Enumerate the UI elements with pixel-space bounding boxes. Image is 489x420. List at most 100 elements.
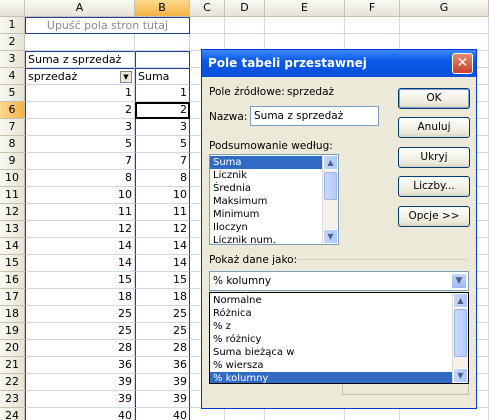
show-as-option[interactable]: Różnica	[210, 307, 468, 320]
name-input[interactable]: Suma z sprzedaż	[250, 106, 379, 126]
row-header-24[interactable]: 24	[0, 408, 25, 420]
cell-b18[interactable]: 25	[135, 306, 190, 323]
row-header-2[interactable]: 2	[0, 34, 25, 51]
cell-b11[interactable]: 10	[135, 187, 190, 204]
cell-g1[interactable]	[400, 17, 489, 34]
row-header-12[interactable]: 12	[0, 204, 25, 221]
cell-a10[interactable]: 8	[25, 170, 135, 187]
cell-e1[interactable]	[265, 17, 345, 34]
cell-a14[interactable]: 14	[25, 238, 135, 255]
row-header-10[interactable]: 10	[0, 170, 25, 187]
cell-a22[interactable]: 39	[25, 374, 135, 391]
cell-b19[interactable]: 25	[135, 323, 190, 340]
row-header-3[interactable]: 3	[0, 51, 25, 68]
summarize-option[interactable]: Maksimum	[210, 195, 338, 208]
row-header-18[interactable]: 18	[0, 306, 25, 323]
row-header-23[interactable]: 23	[0, 391, 25, 408]
row-header-16[interactable]: 16	[0, 272, 25, 289]
row-header-17[interactable]: 17	[0, 289, 25, 306]
row-header-21[interactable]: 21	[0, 357, 25, 374]
cell-b8[interactable]: 5	[135, 136, 190, 153]
summarize-option[interactable]: Minimum	[210, 208, 338, 221]
ok-button[interactable]: OK	[398, 88, 470, 109]
number-format-button[interactable]: Liczby...	[398, 176, 470, 197]
row-header-19[interactable]: 19	[0, 323, 25, 340]
cell-b15[interactable]: 14	[135, 255, 190, 272]
cell-e24[interactable]	[265, 408, 345, 420]
cell-b21[interactable]: 36	[135, 357, 190, 374]
select-all-corner[interactable]	[0, 0, 25, 17]
cell-d1[interactable]	[225, 17, 265, 34]
field-dropdown-icon[interactable]: ▼	[120, 71, 132, 83]
scroll-down-icon[interactable]: ▼	[453, 368, 468, 383]
page-drop-zone[interactable]: Upuść pola stron tutaj	[25, 17, 190, 34]
cell-b17[interactable]: 18	[135, 289, 190, 306]
scroll-thumb[interactable]	[454, 309, 467, 357]
row-header-20[interactable]: 20	[0, 340, 25, 357]
row-header-6[interactable]: 6	[0, 102, 25, 119]
show-as-option[interactable]: % z	[210, 320, 468, 333]
row-header-1[interactable]: 1	[0, 17, 25, 34]
show-as-option[interactable]: % wiersza	[210, 359, 468, 372]
show-as-option[interactable]: % różnicy	[210, 333, 468, 346]
cell-a17[interactable]: 18	[25, 289, 135, 306]
scroll-down-icon[interactable]: ▼	[323, 229, 338, 244]
chevron-down-icon[interactable]: ▼	[451, 273, 467, 289]
cell-d24[interactable]	[225, 408, 265, 420]
scroll-up-icon[interactable]: ▲	[453, 293, 468, 308]
cell-a2[interactable]	[25, 34, 135, 51]
close-button[interactable]: ✕	[452, 53, 473, 74]
row-field-cell[interactable]: sprzedaż ▼	[25, 68, 135, 85]
column-header-c[interactable]: C	[190, 0, 225, 17]
summarize-option[interactable]: Suma	[210, 156, 338, 169]
options-button[interactable]: Opcje >>	[398, 206, 470, 227]
cell-c24[interactable]	[190, 408, 225, 420]
data-header-cell[interactable]: Suma	[135, 68, 190, 85]
show-as-dropdown-list[interactable]: Normalne Różnica% z% różnicy Suma bieżąca …	[209, 292, 469, 384]
show-as-option[interactable]: % kolumny	[210, 372, 468, 383]
row-header-7[interactable]: 7	[0, 119, 25, 136]
cell-g24[interactable]	[400, 408, 489, 420]
row-header-9[interactable]: 9	[0, 153, 25, 170]
column-header-d[interactable]: D	[225, 0, 265, 17]
cell-a13[interactable]: 12	[25, 221, 135, 238]
cell-b16[interactable]: 15	[135, 272, 190, 289]
cell-b3[interactable]	[135, 51, 190, 68]
summarize-option[interactable]: Średnia	[210, 182, 338, 195]
row-header-5[interactable]: 5	[0, 85, 25, 102]
row-header-22[interactable]: 22	[0, 374, 25, 391]
cell-c1[interactable]	[190, 17, 225, 34]
cell-a9[interactable]: 7	[25, 153, 135, 170]
show-as-option[interactable]: Suma bieżąca w	[210, 346, 468, 359]
column-header-g[interactable]: G	[400, 0, 489, 17]
row-header-15[interactable]: 15	[0, 255, 25, 272]
cell-a12[interactable]: 11	[25, 204, 135, 221]
active-cell[interactable]: 2	[135, 102, 190, 119]
cell-a24[interactable]: 40	[25, 408, 135, 420]
row-header-11[interactable]: 11	[0, 187, 25, 204]
cell-a20[interactable]: 28	[25, 340, 135, 357]
column-header-e[interactable]: E	[265, 0, 345, 17]
dialog-title[interactable]: Pole tabeli przestawnej	[202, 50, 476, 77]
summarize-scrollbar[interactable]: ▲ ▼	[322, 155, 338, 244]
cell-a19[interactable]: 25	[25, 323, 135, 340]
show-as-scrollbar[interactable]: ▲ ▼	[452, 293, 468, 383]
summarize-listbox[interactable]: Suma Licznik Średnia Maksimum Minimum Iloczyn…	[209, 154, 339, 245]
cell-b20[interactable]: 28	[135, 340, 190, 357]
row-header-14[interactable]: 14	[0, 238, 25, 255]
cell-b5[interactable]: 1	[135, 85, 190, 102]
cell-b9[interactable]: 7	[135, 153, 190, 170]
pivot-title-cell[interactable]: Suma z sprzedaż	[25, 51, 135, 68]
column-header-b[interactable]: B	[135, 0, 190, 17]
cell-a11[interactable]: 10	[25, 187, 135, 204]
summarize-option[interactable]: Licznik	[210, 169, 338, 182]
cancel-button[interactable]: Anuluj	[398, 117, 470, 138]
column-header-f[interactable]: F	[345, 0, 400, 17]
cell-a6[interactable]: 2	[25, 102, 135, 119]
column-header-a[interactable]: A	[25, 0, 135, 17]
cell-a8[interactable]: 5	[25, 136, 135, 153]
show-as-option[interactable]: Normalne	[210, 294, 468, 307]
cell-b13[interactable]: 12	[135, 221, 190, 238]
cell-a18[interactable]: 25	[25, 306, 135, 323]
row-header-13[interactable]: 13	[0, 221, 25, 238]
